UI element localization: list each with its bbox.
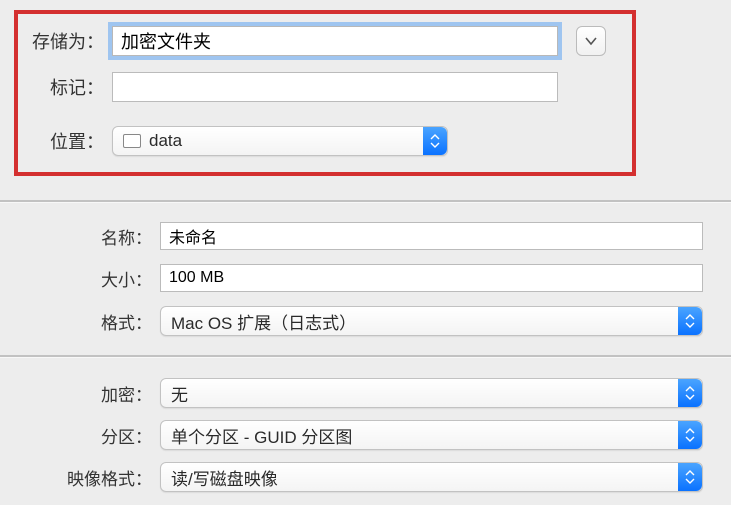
- partition-value: 单个分区 - GUID 分区图: [171, 423, 352, 448]
- format-popup[interactable]: Mac OS 扩展（日志式）: [160, 306, 703, 336]
- folder-icon: [123, 134, 141, 148]
- save-as-input[interactable]: [112, 26, 558, 56]
- where-value: data: [149, 131, 182, 151]
- popup-arrows-icon: [678, 463, 702, 491]
- format-label: 格式：: [0, 309, 160, 334]
- image-format-label: 映像格式：: [0, 465, 160, 490]
- popup-arrows-icon: [423, 127, 447, 155]
- row-where: 位置： data: [0, 126, 731, 156]
- partition-label: 分区：: [0, 423, 160, 448]
- row-format: 格式： Mac OS 扩展（日志式）: [0, 306, 731, 336]
- separator: [0, 355, 731, 357]
- name-label: 名称：: [0, 224, 160, 249]
- save-as-label: 存储为：: [0, 28, 112, 54]
- popup-arrows-icon: [678, 379, 702, 407]
- format-value: Mac OS 扩展（日志式）: [171, 309, 356, 334]
- image-format-value: 读/写磁盘映像: [171, 465, 278, 490]
- row-name: 名称：: [0, 222, 731, 250]
- popup-arrows-icon: [678, 307, 702, 335]
- size-label: 大小：: [0, 266, 160, 291]
- row-tags: 标记：: [0, 72, 731, 102]
- encryption-value: 无: [171, 381, 188, 406]
- row-image-format: 映像格式： 读/写磁盘映像: [0, 462, 731, 492]
- image-format-popup[interactable]: 读/写磁盘映像: [160, 462, 703, 492]
- chevron-down-icon: [585, 36, 597, 46]
- row-partition: 分区： 单个分区 - GUID 分区图: [0, 420, 731, 450]
- name-input[interactable]: [160, 222, 703, 250]
- tags-label: 标记：: [0, 74, 112, 100]
- separator: [0, 200, 731, 202]
- size-input[interactable]: [160, 264, 703, 292]
- row-save-as: 存储为：: [0, 26, 731, 56]
- popup-arrows-icon: [678, 421, 702, 449]
- where-label: 位置：: [0, 128, 112, 154]
- encryption-popup[interactable]: 无: [160, 378, 703, 408]
- where-popup[interactable]: data: [112, 126, 448, 156]
- expand-button[interactable]: [576, 26, 606, 56]
- encryption-label: 加密：: [0, 381, 160, 406]
- tags-input[interactable]: [112, 72, 558, 102]
- row-size: 大小：: [0, 264, 731, 292]
- partition-popup[interactable]: 单个分区 - GUID 分区图: [160, 420, 703, 450]
- row-encryption: 加密： 无: [0, 378, 731, 408]
